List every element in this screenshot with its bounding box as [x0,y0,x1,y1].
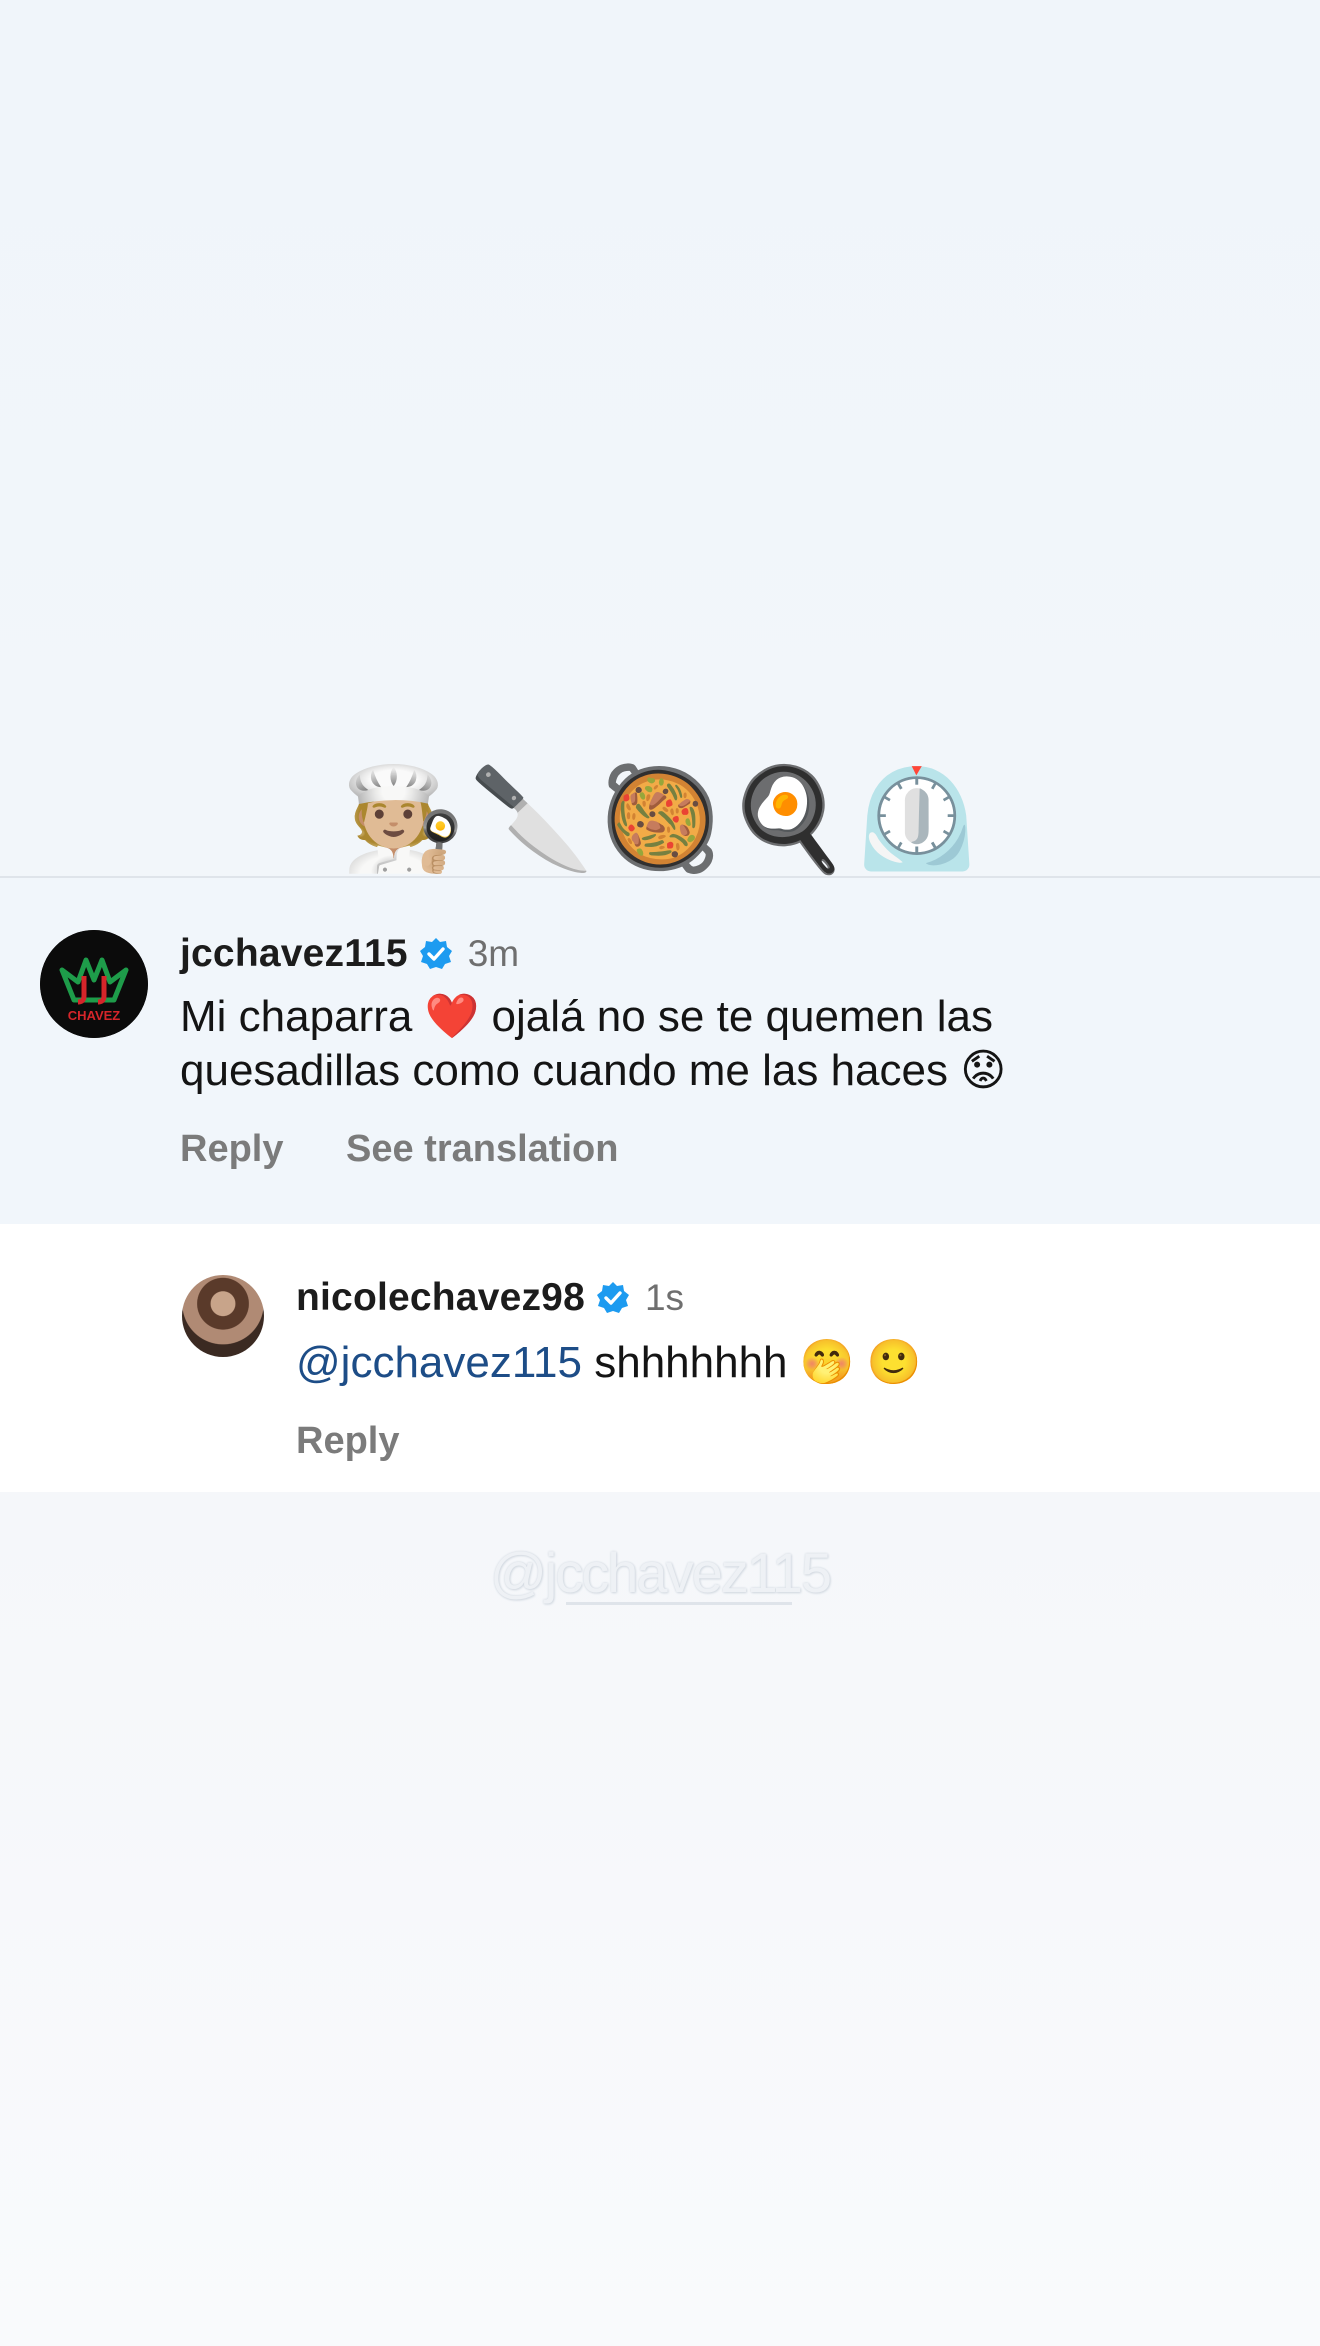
svg-text:CHAVEZ: CHAVEZ [68,1008,121,1023]
reply-text-body: shhhhhhh 🤭 🙂 [582,1338,922,1387]
reply-time: 1s [644,1277,685,1318]
watermark-underline [566,1602,792,1605]
reply-username[interactable]: nicolechavez98 [296,1276,585,1320]
knife-emoji-icon: 🔪 [469,763,594,875]
reply-mention-link[interactable]: @jcchavez115 [296,1338,582,1387]
mention-watermark[interactable]: @jcchavez115 [0,1540,1320,1605]
story-emoji-sticker: 🧑🏼‍🍳 🔪 🥘 🍳 ⏲️ [0,762,1320,876]
reply-text: @jcchavez115 shhhhhhh 🤭 🙂 [296,1336,922,1390]
reply-header: nicolechavez98 1s [296,1274,684,1322]
cook-emoji-icon: 🧑🏼‍🍳 [340,763,466,875]
chavez-logo-icon: CHAVEZ [40,930,148,1038]
reply-avatar[interactable] [182,1275,264,1357]
reply-reply-button[interactable]: Reply [296,1420,399,1463]
reply-button[interactable]: Reply [180,1128,283,1171]
frying-egg-emoji-icon: 🍳 [726,763,851,875]
paella-pan-emoji-icon: 🥘 [597,763,723,875]
comment-time: 3m [467,933,520,974]
verified-badge-icon [596,1282,629,1313]
avatar[interactable]: CHAVEZ [40,930,148,1038]
comment-username[interactable]: jcchavez115 [180,932,408,976]
see-translation-button[interactable]: See translation [346,1128,618,1171]
verified-badge-icon [419,938,452,969]
comment-text-line2: quesadillas como cuando me las haces 😟 [180,1046,1007,1095]
comment-header: jcchavez115 3m [180,930,519,978]
timer-emoji-icon: ⏲️ [854,763,980,875]
comment-text-line1: Mi chaparra ❤️ ojalá no se te quemen las [180,992,993,1041]
